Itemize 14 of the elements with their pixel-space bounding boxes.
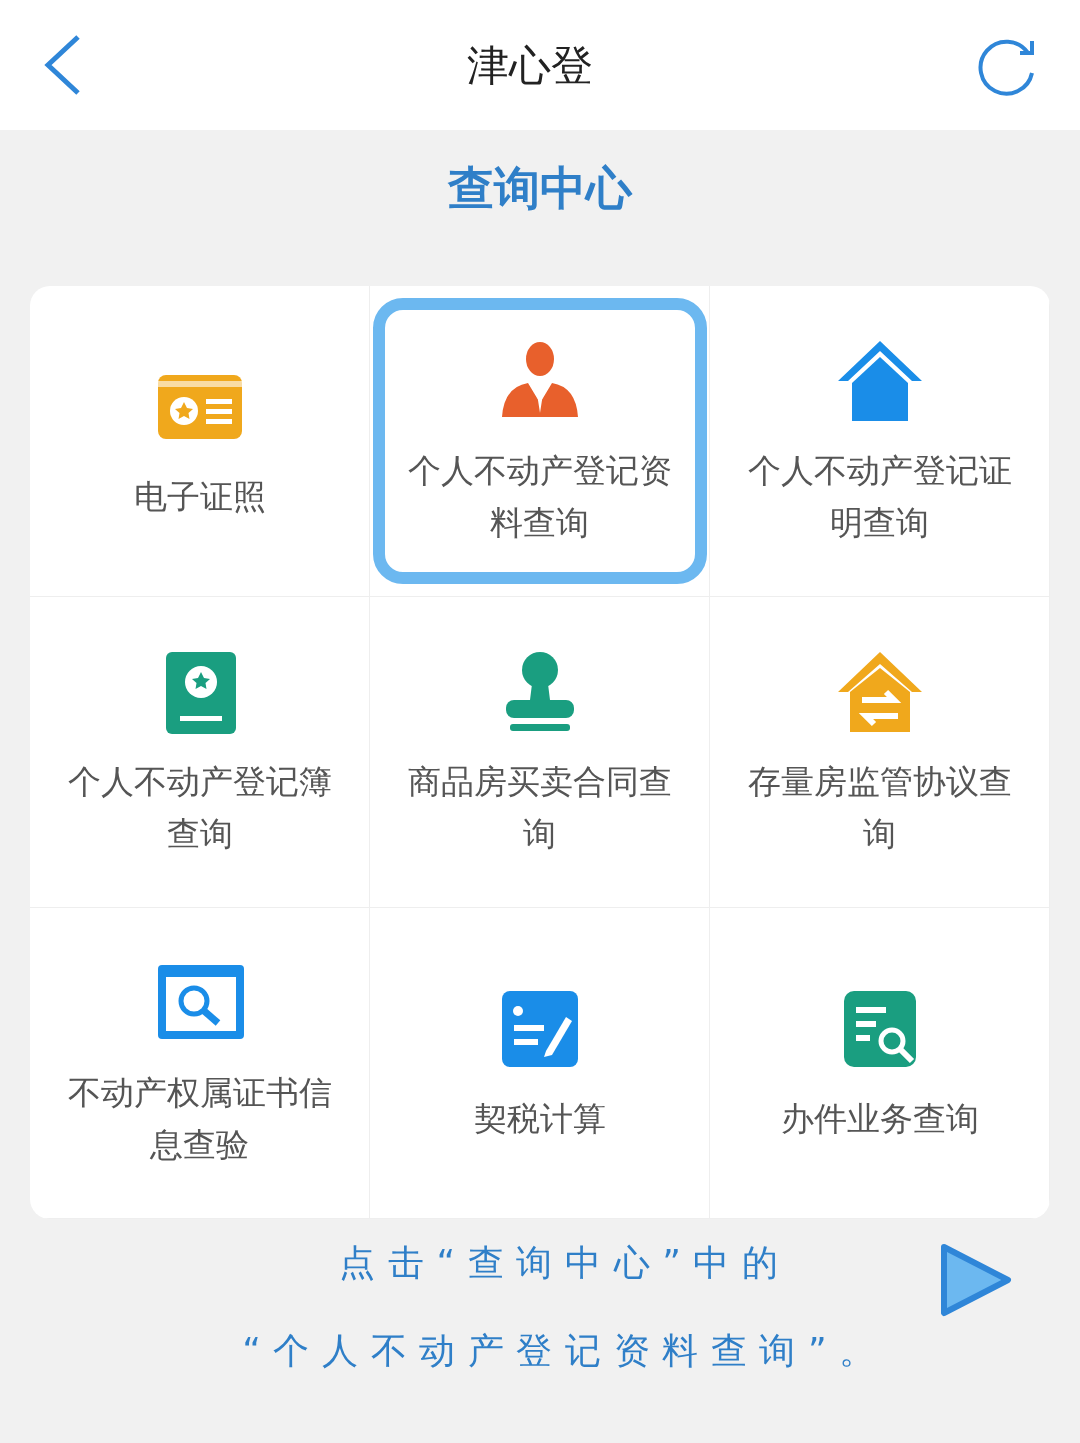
window-title: 津心登 <box>467 39 593 92</box>
query-menu-item[interactable]: 不动产权属证书信息查验 <box>32 920 367 1206</box>
play-icon <box>938 1241 1014 1319</box>
annotation-text: 点击“查询中心”中的 <box>339 1241 791 1285</box>
query-menu-item[interactable]: 个人不动产登记证明查询 <box>712 298 1047 584</box>
query-menu-item[interactable]: 办件业务查询 <box>712 920 1047 1206</box>
annotation-text: “个人不动产登记资料查询”。 <box>242 1329 888 1373</box>
query-menu-item[interactable]: 商品房买卖合同查询 <box>372 609 707 895</box>
query-menu-item[interactable]: 契税计算 <box>372 920 707 1206</box>
query-menu-item[interactable]: 电子证照 <box>32 298 367 584</box>
section-title: 查询中心 <box>448 160 632 216</box>
query-menu-item[interactable]: 个人不动产登记资料查询 <box>372 298 707 584</box>
query-menu-item[interactable]: 存量房监管协议查询 <box>712 609 1047 895</box>
query-menu-item[interactable]: 个人不动产登记簿查询 <box>32 609 367 895</box>
